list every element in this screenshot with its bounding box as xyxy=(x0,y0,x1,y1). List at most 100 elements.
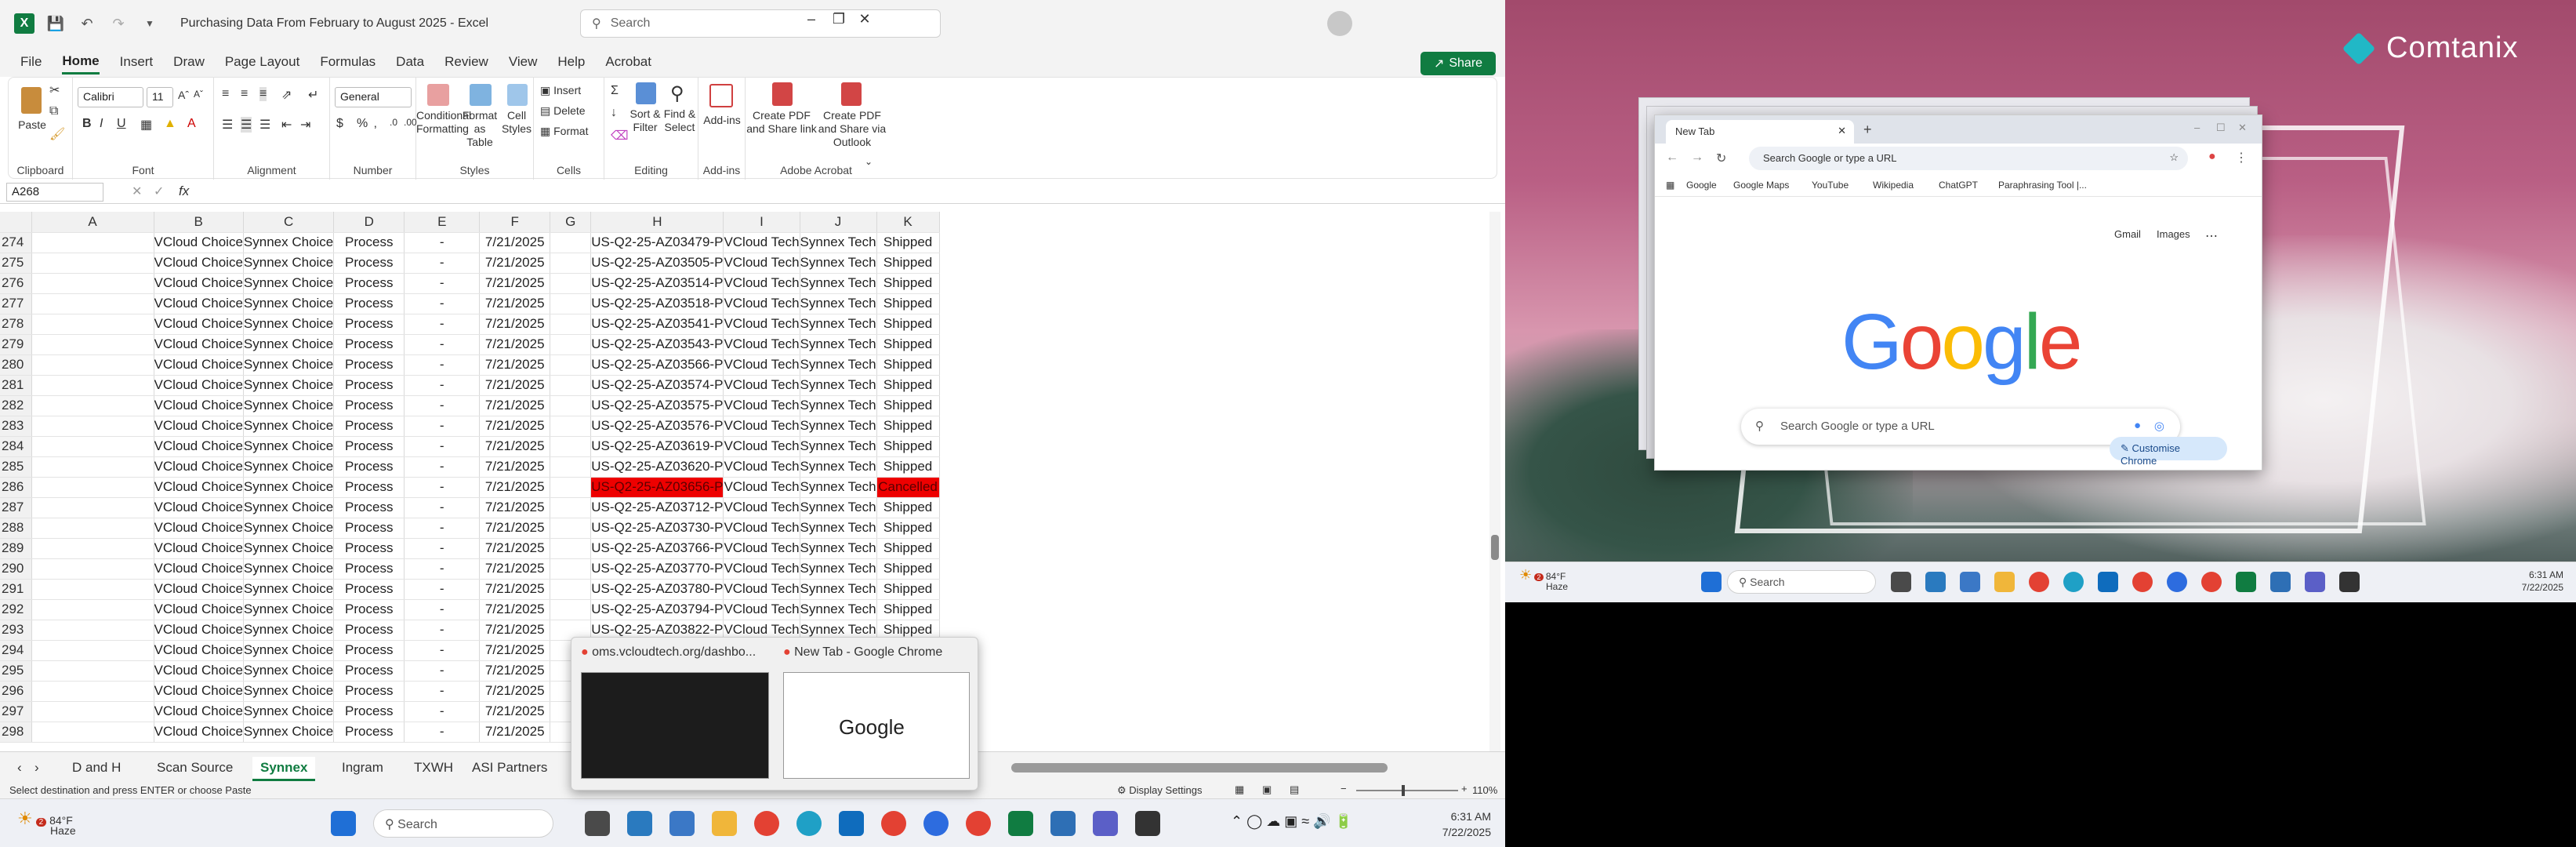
page-break-view-icon[interactable]: ▤ xyxy=(1290,783,1299,796)
cell-a[interactable] xyxy=(31,660,154,682)
cell-f[interactable]: 7/21/2025 xyxy=(479,579,551,600)
cell-a[interactable] xyxy=(31,620,154,641)
cell-a[interactable] xyxy=(31,314,154,335)
lens-search-icon[interactable]: ◎ xyxy=(2154,419,2164,433)
forward-icon[interactable]: → xyxy=(1691,151,1703,165)
cell-g[interactable] xyxy=(550,558,592,580)
cell-c[interactable]: Synnex Choice xyxy=(243,395,335,416)
cell-b[interactable]: VCloud Choice xyxy=(154,558,244,580)
gmail-link[interactable]: Gmail xyxy=(2114,228,2141,240)
cell-e[interactable]: - xyxy=(404,620,481,641)
format-as-table-button[interactable]: Format as Table xyxy=(460,109,499,149)
cell-e[interactable]: - xyxy=(404,456,481,478)
teams-icon[interactable] xyxy=(1093,811,1118,836)
cell-d[interactable]: Process xyxy=(333,232,405,253)
cell-j[interactable]: Synnex Tech xyxy=(800,436,877,457)
cell-i[interactable]: VCloud Tech xyxy=(723,416,800,437)
cell-g[interactable] xyxy=(550,579,592,600)
cell-d[interactable]: Process xyxy=(333,599,405,620)
collapse-ribbon-icon[interactable]: ⌄ xyxy=(865,156,873,167)
zoom-slider[interactable] xyxy=(1356,790,1458,791)
cell-e[interactable]: - xyxy=(404,395,481,416)
addins-button[interactable]: Add-ins xyxy=(700,114,744,127)
cell-f[interactable]: 7/21/2025 xyxy=(479,722,551,743)
cell-h[interactable]: US-Q2-25-AZ03514-P xyxy=(590,273,724,294)
weather-widget[interactable]: ☀ 2 84°F Haze xyxy=(17,809,76,837)
cut-icon[interactable]: ✂ xyxy=(49,82,60,98)
row-header[interactable]: 281 xyxy=(0,375,32,396)
column-header-h[interactable]: H xyxy=(590,212,724,233)
cell-i[interactable]: VCloud Tech xyxy=(723,579,800,600)
cell-i[interactable]: VCloud Tech xyxy=(723,538,800,559)
name-box[interactable]: A268 xyxy=(6,183,103,202)
thumbnail-title-2[interactable]: ● New Tab - Google Chrome xyxy=(783,645,942,660)
cell-g[interactable] xyxy=(550,232,592,253)
cell-c[interactable]: Synnex Choice xyxy=(243,416,335,437)
cell-f[interactable]: 7/21/2025 xyxy=(479,518,551,539)
images-link[interactable]: Images xyxy=(2157,228,2190,240)
row-header[interactable]: 284 xyxy=(0,436,32,457)
cell-b[interactable]: VCloud Choice xyxy=(154,518,244,539)
cell-h[interactable]: US-Q2-25-AZ03766-P xyxy=(590,538,724,559)
teams-icon[interactable] xyxy=(2305,572,2325,592)
cell-c[interactable]: Synnex Choice xyxy=(243,497,335,518)
google-apps-icon[interactable]: ⋯ xyxy=(2205,228,2218,244)
cell-a[interactable] xyxy=(31,354,154,376)
cell-d[interactable]: Process xyxy=(333,620,405,641)
sheet-tab-scan-source[interactable]: Scan Source xyxy=(154,757,236,779)
cell-b[interactable]: VCloud Choice xyxy=(154,334,244,355)
row-header[interactable]: 288 xyxy=(0,518,32,539)
create-pdf-share-link-icon[interactable] xyxy=(772,82,793,106)
format-painter-icon[interactable]: 🖌 xyxy=(49,126,65,142)
reload-icon[interactable]: ↻ xyxy=(1716,151,1726,166)
cell-c[interactable]: Synnex Choice xyxy=(243,681,335,702)
cell-j[interactable]: Synnex Tech xyxy=(800,314,877,335)
cell-d[interactable]: Process xyxy=(333,395,405,416)
chrome-icon[interactable] xyxy=(754,811,779,836)
cell-c[interactable]: Synnex Choice xyxy=(243,477,335,498)
normal-view-icon[interactable]: ▦ xyxy=(1235,783,1244,796)
row-header[interactable]: 277 xyxy=(0,293,32,314)
cell-h[interactable]: US-Q2-25-AZ03770-P xyxy=(590,558,724,580)
cell-k[interactable]: Shipped xyxy=(876,273,940,294)
cell-j[interactable]: Synnex Tech xyxy=(800,579,877,600)
cell-d[interactable]: Process xyxy=(333,416,405,437)
bookmark-wikipedia[interactable]: Wikipedia xyxy=(1873,180,1914,191)
cell-k[interactable]: Shipped xyxy=(876,599,940,620)
cell-d[interactable]: Process xyxy=(333,640,405,661)
cell-f[interactable]: 7/21/2025 xyxy=(479,681,551,702)
cell-e[interactable]: - xyxy=(404,722,481,743)
cell-h[interactable]: US-Q2-25-AZ03780-P xyxy=(590,579,724,600)
cell-d[interactable]: Process xyxy=(333,334,405,355)
cell-k[interactable]: Shipped xyxy=(876,375,940,396)
cell-d[interactable]: Process xyxy=(333,518,405,539)
tab-data[interactable]: Data xyxy=(396,51,424,73)
cell-b[interactable]: VCloud Choice xyxy=(154,314,244,335)
cell-b[interactable]: VCloud Choice xyxy=(154,497,244,518)
start-icon[interactable] xyxy=(1701,572,1722,592)
row-header[interactable]: 292 xyxy=(0,599,32,620)
cell-f[interactable]: 7/21/2025 xyxy=(479,354,551,376)
cell-c[interactable]: Synnex Choice xyxy=(243,722,335,743)
cell-a[interactable] xyxy=(31,681,154,702)
cell-j[interactable]: Synnex Tech xyxy=(800,518,877,539)
insert-function-icon[interactable]: fx xyxy=(179,184,189,199)
cell-c[interactable]: Synnex Choice xyxy=(243,436,335,457)
column-header-a[interactable]: A xyxy=(31,212,154,233)
cell-c[interactable]: Synnex Choice xyxy=(243,293,335,314)
font-color-icon[interactable]: A xyxy=(187,117,196,131)
font-name-select[interactable]: Calibri xyxy=(78,87,143,107)
increase-decimal-icon[interactable]: .0 xyxy=(390,117,397,128)
cell-f[interactable]: 7/21/2025 xyxy=(479,620,551,641)
cell-g[interactable] xyxy=(550,253,592,274)
cell-k[interactable]: Shipped xyxy=(876,314,940,335)
clock-right[interactable]: 6:31 AM 7/22/2025 xyxy=(2522,569,2563,594)
enter-formula-icon[interactable]: ✓ xyxy=(154,184,164,199)
excel-taskbar-icon[interactable] xyxy=(1008,811,1033,836)
cell-h[interactable]: US-Q2-25-AZ03576-P xyxy=(590,416,724,437)
cell-i[interactable]: VCloud Tech xyxy=(723,518,800,539)
display-settings-button[interactable]: ⚙ Display Settings xyxy=(1117,784,1203,797)
cell-i[interactable]: VCloud Tech xyxy=(723,375,800,396)
cell-k[interactable]: Shipped xyxy=(876,334,940,355)
cell-g[interactable] xyxy=(550,436,592,457)
